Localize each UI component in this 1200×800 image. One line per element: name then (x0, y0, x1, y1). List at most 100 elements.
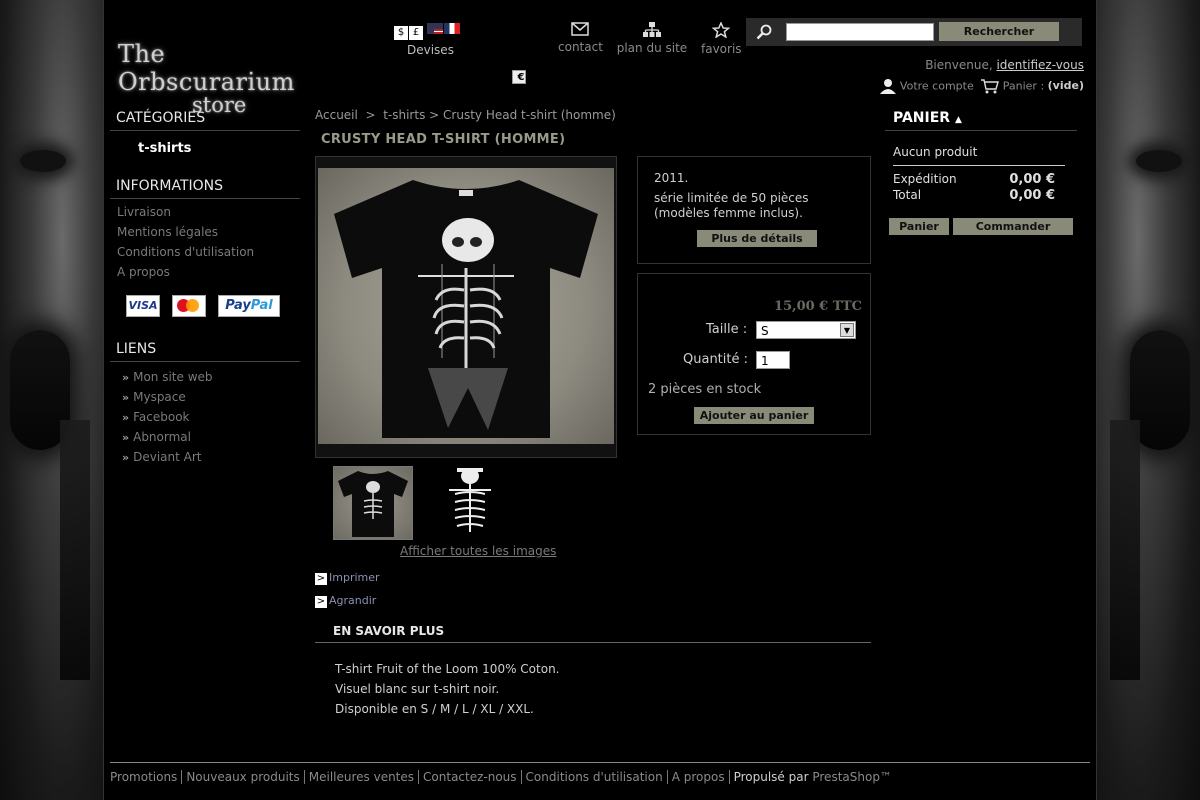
information-list: Livraison Mentions légales Conditions d'… (110, 199, 300, 279)
categories-heading: CATÉGORIES (110, 108, 300, 131)
info-link-terms[interactable]: Conditions d'utilisation (117, 245, 300, 259)
cart-link-label[interactable]: Panier : (1003, 80, 1044, 93)
payment-logos: VISA PayPal (110, 285, 300, 317)
dropdown-arrow-icon: ▼ (840, 323, 854, 337)
cart-total-row: Total 0,00 € (893, 188, 1055, 203)
currency-dollar[interactable]: $ (394, 26, 408, 40)
info-link-delivery[interactable]: Livraison (117, 205, 300, 219)
sitemap-icon (642, 22, 661, 37)
double-chevron-icon: » (122, 451, 129, 464)
currency-label: Devises (407, 43, 454, 57)
envelope-icon (571, 22, 590, 36)
link-deviantart[interactable]: » Deviant Art (122, 450, 300, 464)
thumbnail-1[interactable] (333, 466, 413, 540)
link-myspace[interactable]: » Myspace (122, 390, 300, 404)
print-link[interactable]: > Imprimer (315, 570, 380, 585)
favorites-link[interactable]: favoris (701, 22, 742, 56)
cart-shipping-row: Expédition 0,00 € (893, 172, 1055, 187)
search-button[interactable]: Rechercher (939, 22, 1059, 41)
star-icon (712, 22, 731, 38)
information-heading: INFORMATIONS (110, 176, 300, 199)
links-list: » Mon site web » Myspace » Facebook » Abnorm… (110, 362, 300, 464)
thumbnail-2[interactable] (431, 466, 509, 538)
footer-link-new-products[interactable]: Nouveaux produits (182, 770, 305, 784)
add-to-cart-button[interactable]: Ajouter au panier (694, 407, 814, 424)
footer-link-terms[interactable]: Conditions d'utilisation (522, 770, 668, 784)
link-website[interactable]: » Mon site web (122, 370, 300, 384)
product-main-image[interactable] (315, 156, 617, 458)
arrow-right-icon: > (315, 596, 327, 608)
enlarge-link[interactable]: > Agrandir (315, 593, 380, 608)
collapse-arrow-icon: ▲ (954, 115, 962, 125)
background-left-decoration (0, 0, 104, 800)
footer-link-best-sales[interactable]: Meilleures ventes (305, 770, 420, 784)
paypal-logo: PayPal (218, 295, 280, 317)
cart-button[interactable]: Panier (889, 218, 949, 235)
breadcrumb-tshirts[interactable]: t-shirts (383, 108, 425, 122)
cart-buttons: Panier Commander (889, 218, 1077, 235)
more-info-heading: EN SAVOIR PLUS (315, 624, 871, 643)
sitemap-link[interactable]: plan du site (617, 22, 687, 55)
size-select[interactable]: S ▼ (756, 321, 856, 339)
category-tshirts[interactable]: t-shirts (110, 131, 300, 156)
search-bar: Rechercher (746, 18, 1082, 46)
visa-logo: VISA (126, 295, 160, 317)
product-actions: > Imprimer > Agrandir (315, 570, 380, 616)
currency-pound[interactable]: £ (409, 26, 423, 40)
user-icon (880, 79, 897, 94)
currency-euro[interactable]: € (512, 70, 526, 84)
show-all-images-link[interactable]: Afficher toutes les images (400, 544, 556, 558)
product-title: CRUSTY HEAD T-SHIRT (HOMME) (321, 132, 566, 147)
short-desc-year: 2011. (654, 171, 689, 185)
logo-title: The Orbscurarium (118, 40, 295, 96)
cart-heading[interactable]: PANIER ▲ (885, 108, 1077, 131)
buy-box: 15,00 € TTC Taille : S ▼ Quantité : 1 2 p… (637, 273, 871, 435)
quantity-input[interactable]: 1 (756, 351, 790, 369)
breadcrumb-current: Crusty Head t-shirt (homme) (443, 108, 616, 122)
double-chevron-icon: » (122, 411, 129, 424)
product-price: 15,00 € TTC (773, 299, 862, 314)
footer-link-promotions[interactable]: Promotions (110, 770, 183, 784)
english-flag-icon[interactable] (427, 23, 443, 34)
stock-status: 2 pièces en stock (648, 382, 762, 397)
prestashop-link[interactable]: PrestaShop™ (812, 770, 892, 784)
search-input[interactable] (786, 23, 934, 41)
breadcrumb: Accueil > t-shirts > Crusty Head t-shirt… (315, 108, 616, 122)
info-link-legal[interactable]: Mentions légales (117, 225, 300, 239)
cart-empty-text: Aucun produit (893, 145, 978, 159)
links-heading: LIENS (110, 339, 300, 362)
contact-label: contact (558, 40, 603, 54)
link-facebook[interactable]: » Facebook (122, 410, 300, 424)
french-flag-icon[interactable] (444, 23, 460, 34)
thumbnail-list (333, 466, 523, 540)
cart-block: PANIER ▲ Aucun produit Expédition 0,00 € … (885, 108, 1077, 235)
more-info-section: EN SAVOIR PLUS T-shirt Fruit of the Loom… (315, 624, 871, 719)
contact-link[interactable]: contact (558, 22, 603, 54)
arrow-right-icon: > (315, 573, 327, 585)
tshirt-image (334, 180, 598, 438)
product-description: T-shirt Fruit of the Loom 100% Coton. Vi… (335, 662, 560, 716)
store-logo[interactable]: The Orbscurarium store (118, 40, 338, 117)
footer-link-about[interactable]: A propos (668, 770, 730, 784)
account-bar: Votre compte Panier : (vide) (880, 78, 1084, 94)
short-desc-text: série limitée de 50 pièces (modèles femm… (654, 191, 809, 220)
welcome-text: Bienvenue, (925, 58, 993, 72)
info-link-about[interactable]: A propos (117, 265, 300, 279)
account-link[interactable]: Votre compte (900, 80, 974, 93)
login-link[interactable]: identifiez-vous (996, 58, 1084, 72)
checkout-button[interactable]: Commander (953, 218, 1073, 235)
welcome-message: Bienvenue, identifiez-vous (925, 58, 1084, 72)
left-column: CATÉGORIES t-shirts INFORMATIONS Livrais… (110, 108, 300, 470)
page-container: The Orbscurarium store $ € £ Devises conta… (103, 0, 1097, 800)
favorites-label: favoris (701, 42, 742, 56)
double-chevron-icon: » (122, 431, 129, 444)
cart-divider (893, 165, 1065, 166)
breadcrumb-home[interactable]: Accueil (315, 108, 358, 122)
footer-link-contact[interactable]: Contactez-nous (419, 770, 522, 784)
top-links: contact plan du site favoris (558, 22, 752, 56)
cart-status: (vide) (1047, 79, 1084, 92)
link-abnormal[interactable]: » Abnormal (122, 430, 300, 444)
more-details-button[interactable]: Plus de détails (697, 230, 817, 247)
product-area: Accueil > t-shirts > Crusty Head t-shirt… (315, 108, 871, 716)
quantity-label: Quantité : (683, 352, 748, 367)
